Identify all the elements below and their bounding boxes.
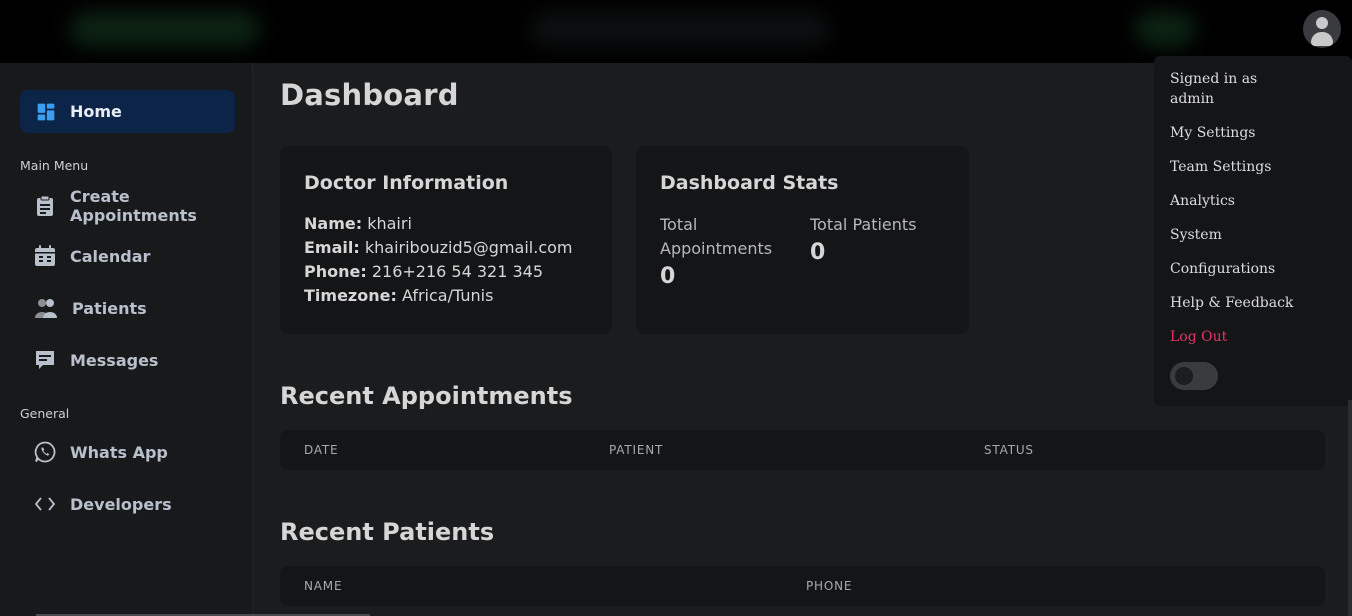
message-icon (36, 351, 54, 369)
total-patients-value: 0 (810, 240, 826, 265)
sidebar-item-whatsapp[interactable]: Whats App (33, 440, 168, 464)
doctor-information-card: Doctor Information Name: khairi Email: k… (280, 146, 612, 334)
general-label: General (20, 406, 70, 421)
sidebar-item-developers[interactable]: Developers (33, 492, 172, 516)
top-bar-glow (530, 12, 830, 46)
top-bar-glow (1135, 12, 1195, 46)
sidebar-item-label: Create Appointments (70, 187, 197, 225)
calendar-icon (35, 245, 55, 266)
toggle-knob (1175, 367, 1193, 385)
doctor-email: khairibouzid5@gmail.com (364, 238, 573, 257)
sidebar-item-create-appointments[interactable]: Create Appointments (33, 187, 197, 225)
signed-in-label: Signed in as (1170, 71, 1258, 87)
sidebar-item-home[interactable]: Home (20, 90, 235, 133)
dashboard-icon (37, 103, 55, 120)
menu-item-help-feedback[interactable]: Help & Feedback (1170, 295, 1293, 311)
sidebar-item-label: Messages (70, 350, 159, 370)
column-header-name[interactable]: NAME (304, 579, 342, 593)
recent-appointments-title: Recent Appointments (280, 382, 573, 410)
dashboard-stats-card: Dashboard Stats Total Appointments 0 Tot… (636, 146, 969, 334)
signed-in-username: admin (1170, 91, 1215, 107)
menu-item-analytics[interactable]: Analytics (1170, 193, 1235, 209)
sidebar-item-calendar[interactable]: Calendar (33, 244, 150, 268)
user-avatar-button[interactable] (1303, 10, 1341, 48)
sidebar-item-label: Home (70, 102, 122, 121)
sidebar-item-messages[interactable]: Messages (33, 348, 158, 372)
avatar-head (1316, 17, 1328, 29)
column-header-status[interactable]: STATUS (984, 443, 1034, 457)
menu-item-my-settings[interactable]: My Settings (1170, 125, 1255, 141)
total-appointments-label-line1: Total (660, 215, 698, 234)
total-patients-label: Total Patients (810, 215, 917, 234)
page-title: Dashboard (280, 78, 459, 112)
sidebar-item-label: Calendar (70, 246, 151, 266)
column-header-patient[interactable]: PATIENT (609, 443, 663, 457)
sidebar-item-label: Whats App (70, 442, 168, 462)
top-bar (0, 0, 1352, 63)
menu-item-team-settings[interactable]: Team Settings (1170, 159, 1271, 175)
phone-label: Phone: (304, 262, 367, 281)
email-label: Email: (304, 238, 360, 257)
column-header-phone[interactable]: PHONE (806, 579, 852, 593)
recent-appointments-table-header: DATE PATIENT STATUS (280, 430, 1325, 470)
doctor-timezone-row: Timezone: Africa/Tunis (304, 286, 493, 305)
recent-patients-title: Recent Patients (280, 518, 495, 546)
doctor-email-row: Email: khairibouzid5@gmail.com (304, 238, 573, 257)
timezone-label: Timezone: (304, 286, 397, 305)
sidebar-item-label: Patients (72, 298, 147, 318)
main-menu-label: Main Menu (20, 158, 89, 173)
whatsapp-icon (34, 441, 56, 463)
menu-item-configurations[interactable]: Configurations (1170, 261, 1275, 277)
code-icon (34, 497, 56, 511)
sidebar-item-patients[interactable]: Patients (33, 296, 147, 320)
sidebar: Home Main Menu Create Appointments Calen… (0, 63, 253, 616)
column-header-date[interactable]: DATE (304, 443, 338, 457)
users-icon (35, 299, 57, 318)
sidebar-item-label: Developers (70, 494, 172, 514)
doctor-phone-row: Phone: 216+216 54 321 345 (304, 262, 543, 281)
name-label: Name: (304, 214, 363, 233)
menu-item-system[interactable]: System (1170, 227, 1222, 243)
doctor-phone: 216+216 54 321 345 (371, 262, 544, 281)
scrollbar-thumb[interactable] (1348, 400, 1352, 616)
doctor-name: khairi (367, 214, 412, 233)
doctor-name-row: Name: khairi (304, 214, 412, 233)
card-title: Doctor Information (304, 172, 509, 194)
total-appointments-label-line2: Appointments (660, 239, 773, 258)
avatar-body (1311, 32, 1333, 46)
top-bar-glow (70, 12, 260, 46)
user-dropdown-menu: Signed in as admin My Settings Team Sett… (1154, 56, 1352, 406)
clipboard-icon (37, 195, 53, 216)
recent-patients-table-header: NAME PHONE (280, 566, 1325, 606)
total-appointments-value: 0 (660, 264, 676, 289)
menu-item-log-out[interactable]: Log Out (1170, 329, 1227, 345)
doctor-timezone: Africa/Tunis (401, 286, 494, 305)
theme-toggle[interactable] (1170, 362, 1218, 390)
card-title: Dashboard Stats (660, 172, 839, 194)
